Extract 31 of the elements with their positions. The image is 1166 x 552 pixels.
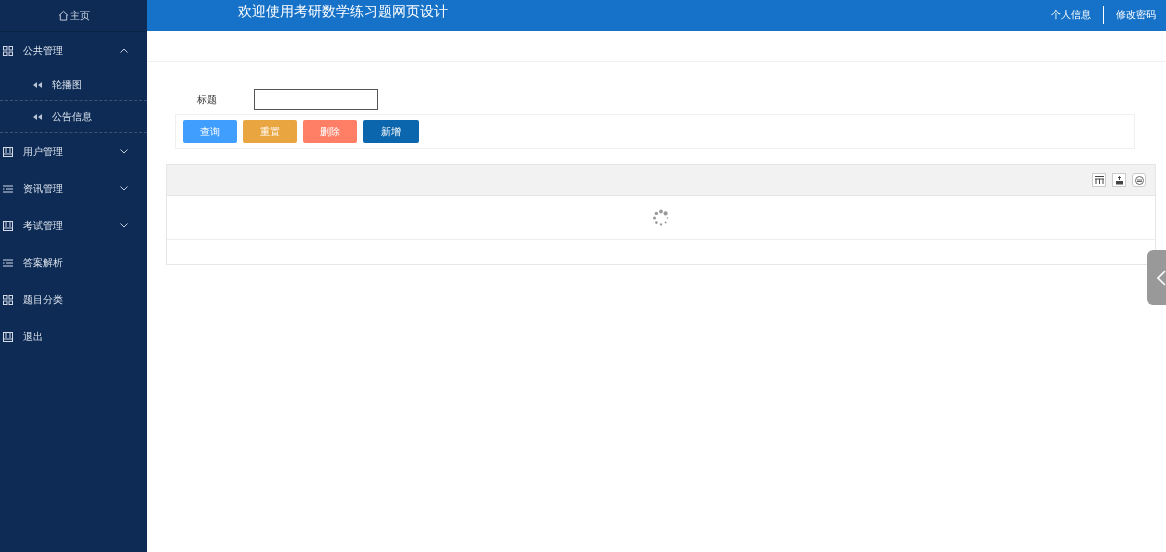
list-icon	[3, 258, 13, 267]
menu-item[interactable]: 考试管理	[0, 207, 147, 244]
menu-item[interactable]: 题目分类	[0, 281, 147, 318]
header-link[interactable]: 个人信息	[1039, 5, 1103, 24]
action-button[interactable]: 新增	[363, 120, 419, 143]
header-link[interactable]: 修改密码	[1103, 5, 1166, 24]
double-left-icon	[33, 81, 42, 88]
print-button[interactable]	[1132, 173, 1146, 187]
book-icon	[3, 220, 13, 231]
export-button[interactable]	[1112, 173, 1126, 187]
title-label: 标题	[197, 92, 218, 107]
menu-item[interactable]: 公共管理	[0, 32, 147, 69]
menu-item[interactable]: 退出	[0, 318, 147, 355]
list-icon	[3, 184, 13, 193]
menu-item[interactable]: 资讯管理	[0, 170, 147, 207]
grid-icon	[3, 45, 13, 56]
title-input[interactable]	[254, 89, 378, 110]
menu-item[interactable]: 用户管理	[0, 133, 147, 170]
book-icon	[3, 146, 13, 157]
book-icon	[3, 331, 13, 342]
menu-item[interactable]: 答案解析	[0, 244, 147, 281]
collapse-tab[interactable]	[1147, 250, 1166, 305]
page-title: 欢迎使用考研数学练习题网页设计	[238, 2, 449, 21]
double-left-icon	[33, 113, 42, 120]
columns-button[interactable]	[1092, 173, 1106, 187]
export-icon	[1114, 175, 1124, 185]
print-icon	[1134, 175, 1144, 185]
grid-icon	[3, 294, 13, 305]
chevron-left-icon	[1157, 269, 1166, 286]
columns-icon	[1094, 176, 1104, 184]
home-icon	[57, 10, 69, 21]
